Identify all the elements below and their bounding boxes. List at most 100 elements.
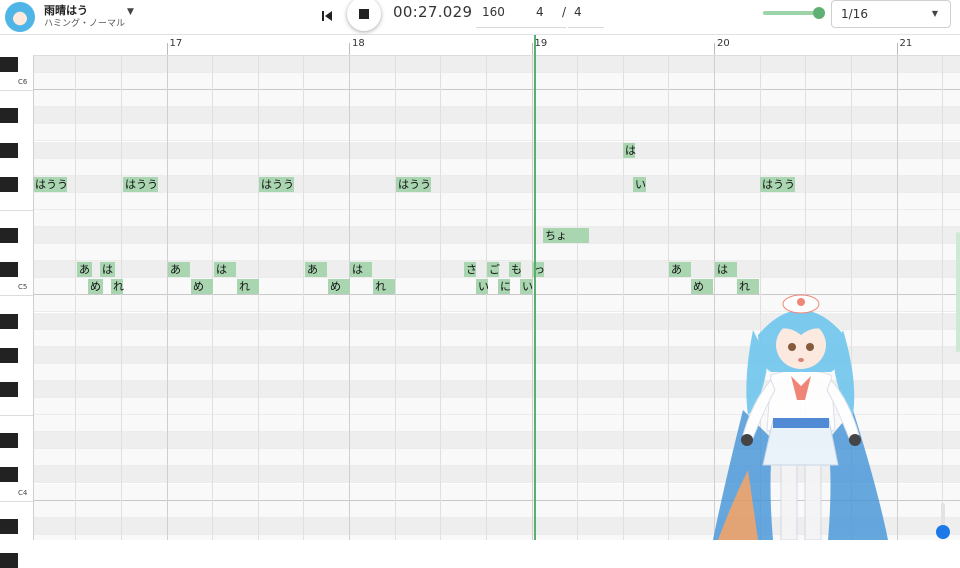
pitch-row[interactable] <box>33 227 960 244</box>
note[interactable]: あ <box>168 262 190 278</box>
bar-tick <box>714 43 715 55</box>
bar-number: 21 <box>899 38 913 49</box>
note[interactable]: め <box>691 279 713 295</box>
playback-time: 00:27.029 <box>393 3 473 21</box>
note[interactable]: い <box>476 279 489 295</box>
black-key[interactable] <box>0 313 18 329</box>
octave-label: C5 <box>18 283 28 292</box>
note[interactable]: はうう <box>123 176 158 192</box>
pitch-row[interactable] <box>33 244 960 262</box>
singer-avatar[interactable] <box>5 2 35 32</box>
chevron-down-icon[interactable]: ▼ <box>127 7 134 17</box>
black-key[interactable] <box>0 552 18 568</box>
singer-style[interactable]: ハミング・ノーマル <box>44 16 125 29</box>
note[interactable]: は <box>715 262 737 278</box>
black-key[interactable] <box>0 108 18 124</box>
note[interactable]: い <box>520 279 533 295</box>
note[interactable]: れ <box>373 279 395 295</box>
note[interactable]: あ <box>305 262 327 278</box>
bar-line <box>166 56 168 540</box>
note[interactable]: さ <box>464 262 477 278</box>
piano-keyboard[interactable]: C6 C5 C4 <box>0 35 34 568</box>
tempo-field[interactable]: 160 <box>476 3 532 28</box>
stop-button[interactable] <box>347 0 381 31</box>
note[interactable]: は <box>623 142 636 158</box>
note[interactable]: はうう <box>760 176 795 192</box>
black-key[interactable] <box>0 228 18 243</box>
black-key[interactable] <box>0 467 18 483</box>
slider-knob[interactable] <box>813 7 825 19</box>
white-key-divider <box>0 209 33 211</box>
volume-knob[interactable] <box>936 525 950 539</box>
time-signature-slash: / <box>562 5 567 19</box>
pitch-row[interactable] <box>33 158 960 176</box>
bar-line <box>896 56 898 540</box>
pitch-row[interactable] <box>33 209 960 227</box>
note[interactable]: はうう <box>33 176 68 192</box>
black-key[interactable] <box>0 381 18 397</box>
beat-line <box>120 56 122 540</box>
note[interactable]: め <box>191 279 213 295</box>
note[interactable]: も <box>509 262 522 278</box>
bar-tick <box>166 43 168 55</box>
playhead[interactable] <box>534 35 536 540</box>
vertical-scrollbar[interactable] <box>956 232 960 352</box>
black-key[interactable] <box>0 176 18 192</box>
beat-line <box>394 56 396 540</box>
note[interactable]: れ <box>111 279 124 295</box>
beat-line <box>257 56 259 540</box>
black-key[interactable] <box>0 518 18 534</box>
skip-previous-icon <box>322 11 332 21</box>
white-key-divider <box>0 500 33 502</box>
note[interactable]: に <box>498 279 511 295</box>
bar-line <box>531 56 533 540</box>
pitch-row[interactable] <box>33 192 960 210</box>
beat-line <box>212 56 214 540</box>
note[interactable]: あ <box>669 262 691 278</box>
beat-line <box>440 56 442 540</box>
beat-line <box>577 56 579 540</box>
note[interactable]: は <box>214 262 236 278</box>
pitch-row[interactable] <box>33 73 960 91</box>
note[interactable]: め <box>88 279 103 295</box>
bar-tick <box>349 43 350 55</box>
note[interactable]: め <box>328 279 350 295</box>
pitch-row[interactable] <box>33 56 960 73</box>
black-key[interactable] <box>0 347 18 363</box>
note[interactable]: い <box>633 176 646 192</box>
black-key[interactable] <box>0 142 18 158</box>
note[interactable]: ご <box>487 262 500 278</box>
note[interactable]: れ <box>237 279 259 295</box>
zoom-slider[interactable] <box>763 7 825 19</box>
bar-number: 20 <box>717 38 730 49</box>
measure-ruler[interactable]: 17 18 19 20 21 <box>33 35 960 56</box>
octave-label: C6 <box>18 78 28 87</box>
note[interactable]: はうう <box>396 176 431 192</box>
pitch-row[interactable] <box>33 124 960 142</box>
bar-number: 18 <box>352 38 365 49</box>
pitch-row[interactable] <box>33 141 960 159</box>
toolbar: 雨晴はう ハミング・ノーマル ▼ 00:27.029 160 4 / 4 1/1… <box>0 0 960 35</box>
note[interactable]: はうう <box>259 176 294 192</box>
snap-select[interactable]: 1/16 ▼ <box>831 0 951 28</box>
pitch-row[interactable] <box>33 175 960 193</box>
pitch-row[interactable] <box>33 107 960 125</box>
rewind-button[interactable] <box>317 6 337 26</box>
volume-slider[interactable] <box>936 503 950 539</box>
octave-label: C4 <box>18 488 28 497</box>
black-key[interactable] <box>0 433 18 449</box>
beat-type-field[interactable]: 4 <box>568 3 604 28</box>
beats-field[interactable]: 4 <box>530 3 566 28</box>
bar-tick <box>531 43 533 55</box>
bar-tick <box>896 43 898 55</box>
note[interactable]: は <box>350 262 372 278</box>
note[interactable]: ちょ <box>543 228 589 243</box>
black-key[interactable] <box>0 57 18 72</box>
note[interactable]: は <box>100 262 115 278</box>
white-key-divider <box>0 295 33 297</box>
bar-line <box>349 56 350 540</box>
note[interactable]: あ <box>77 262 92 278</box>
pitch-row[interactable] <box>33 90 960 108</box>
chevron-down-icon: ▼ <box>931 9 938 18</box>
black-key[interactable] <box>0 262 18 278</box>
